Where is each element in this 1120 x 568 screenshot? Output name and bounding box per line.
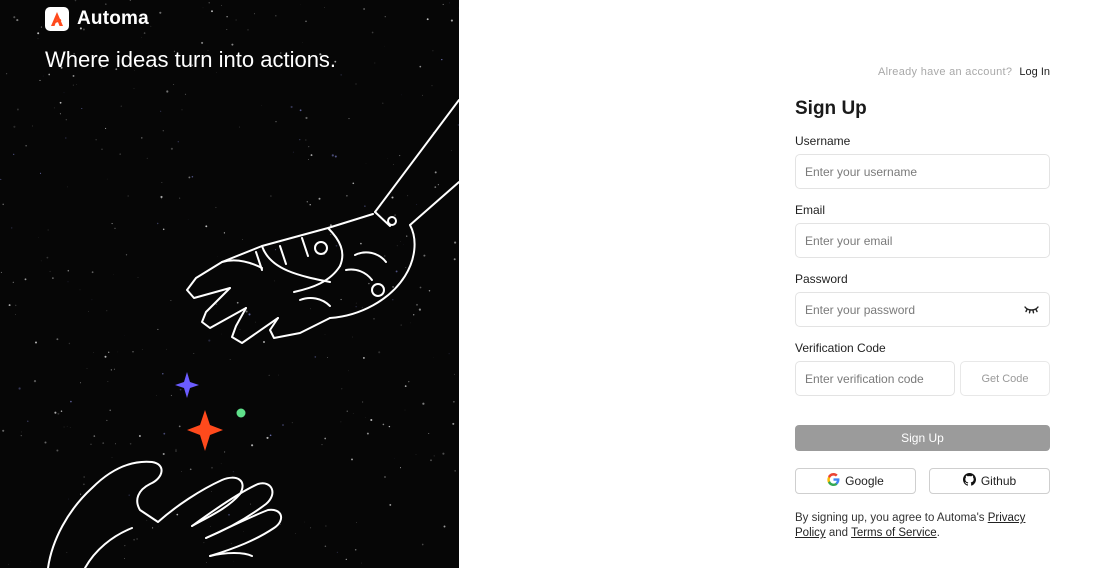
verification-label: Verification Code <box>795 341 886 355</box>
eye-closed-icon[interactable] <box>1024 304 1039 318</box>
google-label: Google <box>845 474 884 488</box>
email-input[interactable] <box>805 233 1040 248</box>
google-icon <box>827 473 840 489</box>
hero-panel: Automa Where ideas turn into actions. <box>0 0 459 568</box>
username-field-wrapper <box>795 154 1050 189</box>
username-label: Username <box>795 134 851 148</box>
username-input[interactable] <box>805 164 1040 179</box>
sparkle-icon <box>175 372 246 451</box>
get-code-button[interactable]: Get Code <box>960 361 1050 396</box>
github-label: Github <box>980 474 1017 488</box>
terms-text: By signing up, you agree to Automa's Pri… <box>795 511 1050 541</box>
terms-prefix: By signing up, you agree to Automa's <box>795 512 988 524</box>
signup-form: Sign Up Username Email Password Verifica… <box>795 98 1050 541</box>
email-field-wrapper <box>795 223 1050 258</box>
terms-of-service-link[interactable]: Terms of Service <box>851 527 937 539</box>
social-login: Google Github <box>795 468 1050 494</box>
password-input[interactable] <box>805 302 1040 317</box>
verification-row: Get Code <box>795 361 1050 410</box>
verification-input[interactable] <box>805 371 945 386</box>
google-button[interactable]: Google <box>795 468 916 494</box>
already-account-text: Already have an account? <box>877 66 1013 78</box>
login-prompt: Already have an account? Log In <box>878 66 1050 78</box>
password-label: Password <box>795 272 848 286</box>
terms-and: and <box>825 527 852 539</box>
verification-field-wrapper <box>795 361 955 396</box>
signup-button[interactable]: Sign Up <box>795 425 1050 451</box>
github-button[interactable]: Github <box>929 468 1050 494</box>
github-icon <box>962 473 976 489</box>
login-link[interactable]: Log In <box>1019 66 1050 78</box>
password-field-wrapper <box>795 292 1050 327</box>
email-label: Email <box>795 203 826 217</box>
terms-suffix: . <box>936 527 940 539</box>
form-title: Sign Up <box>795 98 867 119</box>
